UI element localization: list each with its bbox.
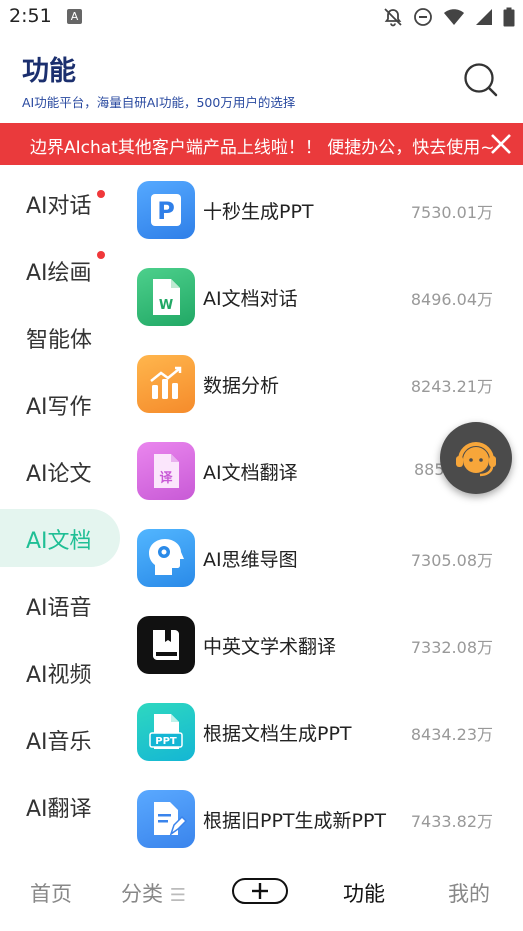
announcement-banner[interactable]: 边界AIchat其他客户端产品上线啦！！ 便捷办公，快去使用~ [0,123,523,165]
sidebar-item-label: AI对话 [26,194,92,219]
status-time: 2:51 [9,5,52,27]
notifications-off-icon [384,8,402,27]
tab-features[interactable]: 功能 [343,878,385,908]
ppt-doc-icon: PPT [137,703,195,761]
feature-row-data-analysis[interactable]: 数据分析 8243.21万 [130,342,523,429]
sidebar-item-ai-document[interactable]: AI文档 [0,509,120,567]
tab-mine[interactable]: 我的 [448,878,490,908]
sidebar-item-ai-video[interactable]: AI视频 [0,643,120,701]
translate-doc-icon: 译 [137,442,195,500]
sidebar-item-agent[interactable]: 智能体 [0,308,120,366]
tab-category-label: 分类 [121,882,163,906]
sidebar-item-ai-translate[interactable]: AI翻译 [0,777,120,835]
sidebar-item-label: AI视频 [26,663,92,688]
page-subtitle: AI功能平台，海量自研AI功能，500万用户的选择 [22,95,296,110]
status-icons [383,6,515,28]
sidebar-item-ai-paper[interactable]: AI论文 [0,442,120,500]
sidebar-item-label: AI语音 [26,596,92,621]
banner-close-button[interactable] [488,131,514,157]
feature-row-mind-map[interactable]: AI思维导图 7305.08万 [130,516,523,603]
feature-name: 根据旧PPT生成新PPT [203,810,387,832]
headset-agent-icon [456,442,496,477]
do-not-disturb-icon [414,8,432,26]
usage-count: 7332.08万 [410,638,493,657]
new-badge-dot [97,190,105,198]
brain-head-icon [137,529,195,587]
feature-name: AI思维导图 [203,549,298,571]
search-button[interactable] [461,60,499,98]
search-icon [464,63,498,97]
tab-add-button[interactable] [232,878,288,904]
plus-icon [252,883,268,899]
close-icon [491,134,511,154]
ppt-p-icon: P [137,181,195,239]
feature-name: 十秒生成PPT [203,201,314,223]
status-bar: 2:51 A [0,0,523,36]
sidebar-item-label: AI绘画 [26,261,92,286]
feature-name: 中英文学术翻译 [203,636,337,658]
feature-row-ppt[interactable]: P 十秒生成PPT 7530.01万 [130,168,523,255]
sidebar-item-ai-voice[interactable]: AI语音 [0,576,120,634]
feature-name: 数据分析 [203,375,280,397]
tab-category[interactable]: 分类 ☰ [121,878,186,908]
book-icon [137,616,195,674]
sidebar-item-ai-chat[interactable]: AI对话 [0,174,120,232]
usage-count: 7433.82万 [410,812,493,831]
sidebar-item-label: AI文档 [26,529,92,554]
sidebar-item-label: AI写作 [26,395,92,420]
edit-doc-icon [137,790,195,848]
usage-count: 8434.23万 [410,725,493,744]
new-badge-dot [97,251,105,259]
usage-count: 7305.08万 [410,551,493,570]
svg-text:P: P [157,197,175,225]
page-title: 功能 [22,56,76,87]
feature-row-academic-translate[interactable]: 中英文学术翻译 7332.08万 [130,603,523,690]
sidebar-item-label: AI翻译 [26,797,92,822]
sidebar-item-ai-painting[interactable]: AI绘画 [0,241,120,299]
sidebar-item-label: 智能体 [26,328,93,353]
notification-badge-icon: A [67,9,82,24]
feature-name: AI文档对话 [203,288,298,310]
feature-name: 根据文档生成PPT [203,723,352,745]
usage-count: 8243.21万 [410,377,493,396]
battery-icon [503,7,515,27]
bar-chart-icon [137,355,195,413]
usage-count: 7530.01万 [410,203,493,222]
sidebar-item-ai-music[interactable]: AI音乐 [0,710,120,768]
sidebar-item-label: AI论文 [26,462,92,487]
feature-row-doc-chat[interactable]: W AI文档对话 8496.04万 [130,255,523,342]
tab-home[interactable]: 首页 [30,878,72,908]
cell-signal-icon [476,9,492,25]
menu-lines-icon: ☰ [169,885,186,906]
svg-text:W: W [159,298,173,313]
svg-text:PPT: PPT [155,736,177,747]
feature-row-old-ppt-to-new[interactable]: 根据旧PPT生成新PPT 7433.82万 [130,777,523,864]
sidebar-item-label: AI音乐 [26,730,92,755]
sidebar-item-ai-writing[interactable]: AI写作 [0,375,120,433]
wifi-icon [444,9,464,25]
banner-text: 边界AIchat其他客户端产品上线啦！！ 便捷办公，快去使用~ [30,138,495,158]
bottom-tab-bar: 首页 分类 ☰ 功能 我的 [0,858,523,931]
customer-service-button[interactable] [440,422,512,494]
feature-name: AI文档翻译 [203,462,298,484]
word-doc-icon: W [137,268,195,326]
feature-row-doc-to-ppt[interactable]: PPT 根据文档生成PPT 8434.23万 [130,690,523,777]
usage-count: 8496.04万 [410,290,493,309]
svg-text:译: 译 [159,471,173,486]
